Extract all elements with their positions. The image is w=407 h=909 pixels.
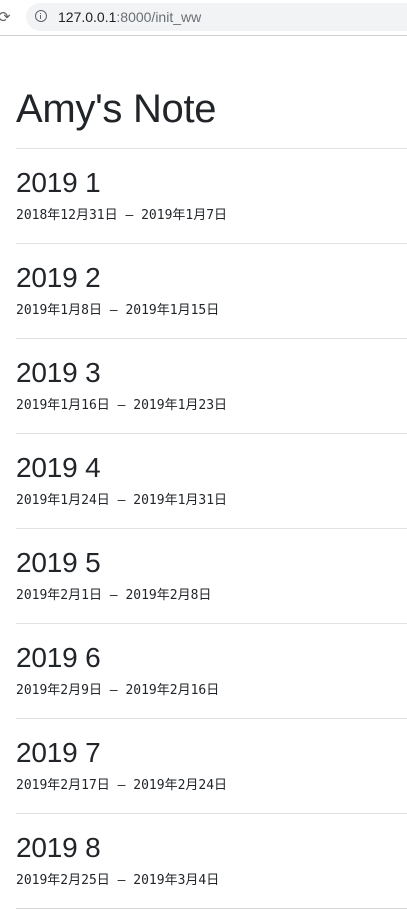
week-title[interactable]: 2019 2 — [16, 262, 101, 294]
page-title: Amy's Note — [16, 87, 217, 131]
week-date-range: 2019年2月17日 – 2019年2月24日 — [16, 778, 228, 793]
week-title[interactable]: 2019 5 — [16, 547, 101, 579]
week-item[interactable]: 2019 4 2019年1月24日 – 2019年1月31日 — [16, 434, 407, 529]
week-date-range: 2019年1月8日 – 2019年1月15日 — [16, 303, 220, 318]
address-bar[interactable]: 127.0.0.1:8000/init_ww — [26, 3, 407, 31]
week-title[interactable]: 2019 6 — [16, 642, 101, 674]
url-text[interactable]: 127.0.0.1:8000/init_ww — [58, 9, 201, 25]
reload-icon[interactable]: ⟳ — [0, 8, 11, 26]
week-title[interactable]: 2019 1 — [16, 167, 101, 199]
week-date-range: 2019年2月1日 – 2019年2月8日 — [16, 588, 212, 603]
week-title[interactable]: 2019 3 — [16, 357, 101, 389]
week-item[interactable]: 2019 7 2019年2月17日 – 2019年2月24日 — [16, 719, 407, 814]
url-host: 127.0.0.1 — [58, 9, 117, 25]
week-title[interactable]: 2019 4 — [16, 452, 101, 484]
url-path: :8000/init_ww — [116, 9, 202, 25]
week-title[interactable]: 2019 8 — [16, 832, 101, 864]
week-date-range: 2019年2月9日 – 2019年2月16日 — [16, 683, 220, 698]
week-item[interactable]: 2019 8 2019年2月25日 – 2019年3月4日 — [16, 814, 407, 909]
browser-toolbar: ⟳ 127.0.0.1:8000/init_ww — [0, 0, 407, 36]
week-date-range: 2019年1月24日 – 2019年1月31日 — [16, 493, 228, 508]
week-date-range: 2019年2月25日 – 2019年3月4日 — [16, 873, 220, 888]
week-date-range: 2019年1月16日 – 2019年1月23日 — [16, 398, 228, 413]
info-icon[interactable] — [35, 10, 47, 22]
page-content: Amy's Note 2019 1 2018年12月31日 – 2019年1月7… — [16, 36, 407, 909]
week-item[interactable]: 2019 1 2018年12月31日 – 2019年1月7日 — [16, 149, 407, 244]
week-item[interactable]: 2019 3 2019年1月16日 – 2019年1月23日 — [16, 339, 407, 434]
week-title[interactable]: 2019 7 — [16, 737, 101, 769]
week-item[interactable]: 2019 5 2019年2月1日 – 2019年2月8日 — [16, 529, 407, 624]
week-item[interactable]: 2019 2 2019年1月8日 – 2019年1月15日 — [16, 244, 407, 339]
week-list: 2019 1 2018年12月31日 – 2019年1月7日 2019 2 20… — [16, 149, 407, 909]
week-date-range: 2018年12月31日 – 2019年1月7日 — [16, 208, 228, 223]
week-item[interactable]: 2019 6 2019年2月9日 – 2019年2月16日 — [16, 624, 407, 719]
